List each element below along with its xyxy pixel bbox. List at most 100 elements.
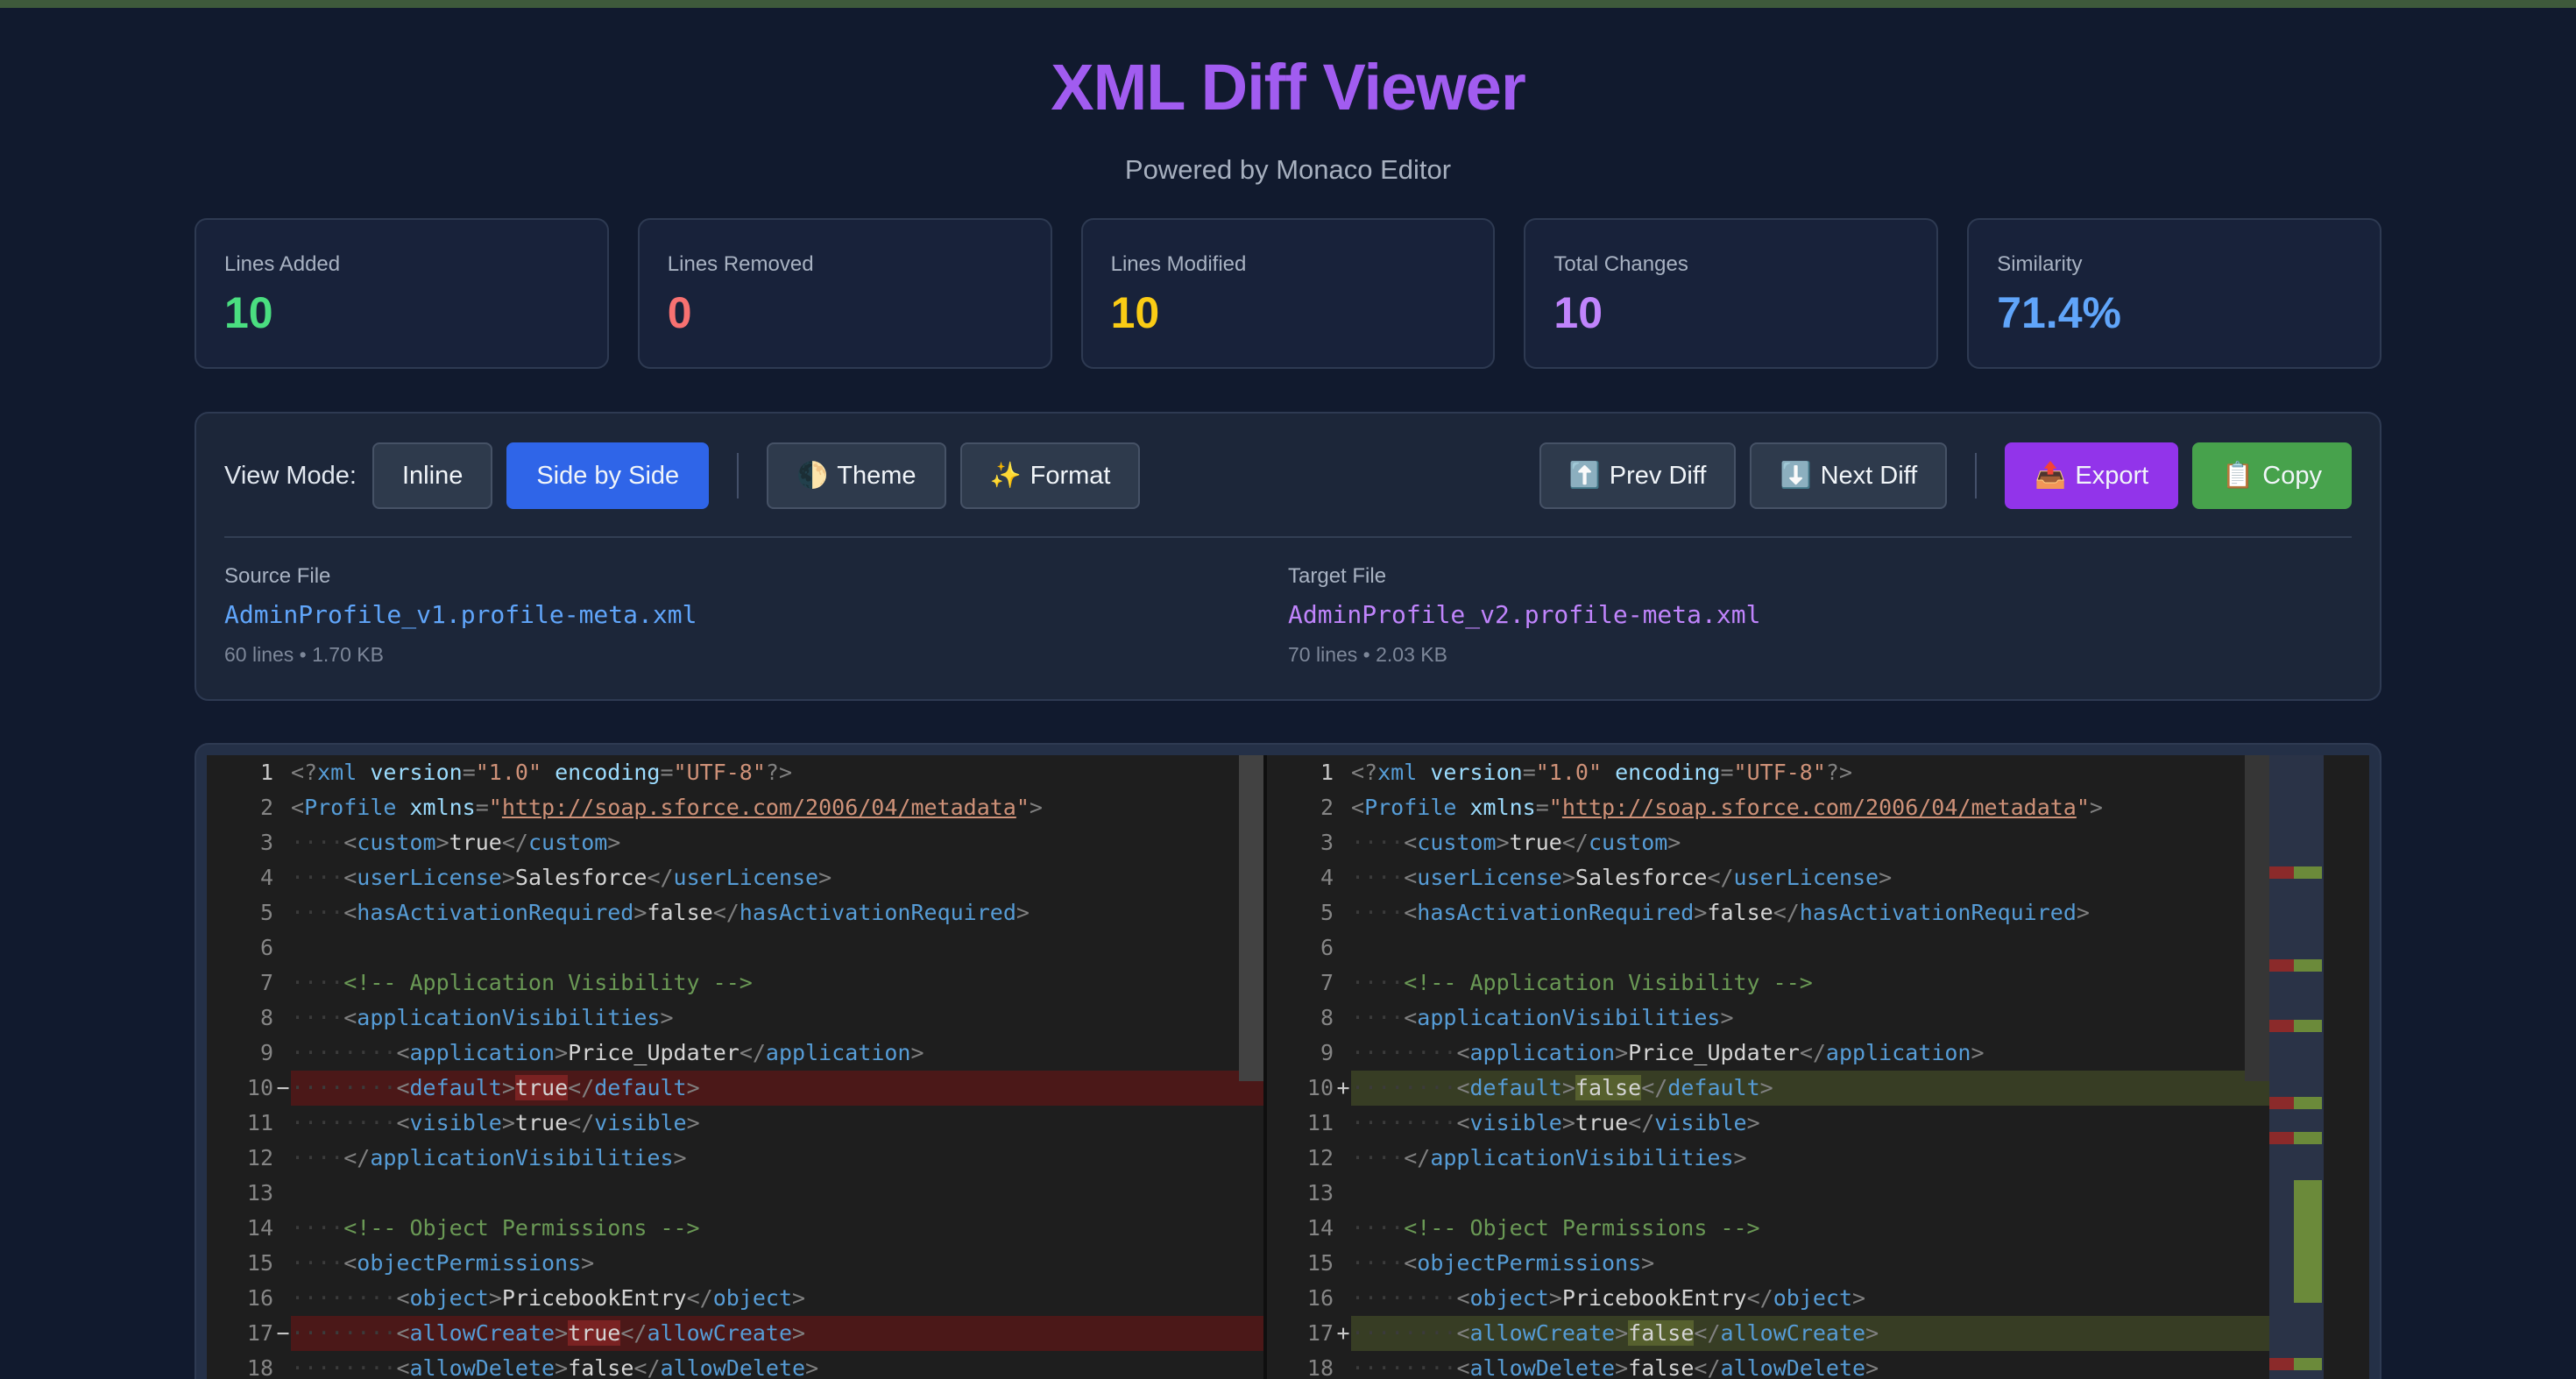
code-token: </ xyxy=(1746,1285,1773,1311)
stat-value: 71.4% xyxy=(1997,288,2121,337)
code-line[interactable]: ····<applicationVisibilities> xyxy=(291,1001,1263,1036)
code-token: true xyxy=(449,830,502,855)
code-line[interactable] xyxy=(291,1176,1263,1211)
code-token: <? xyxy=(1351,760,1378,785)
line-number: 7 xyxy=(207,965,291,1001)
diff-line-added[interactable]: ········<default>false</default> xyxy=(1351,1071,2269,1106)
line-number-gutter: 1 2 3 4 5 6 7 8 9 10 +11 12 13 14 15 16 17 +18 xyxy=(1267,755,1351,1379)
original-code[interactable]: <?xml version="1.0" encoding="UTF-8"?> <P… xyxy=(291,755,1263,1379)
line-number: 11 xyxy=(207,1106,291,1141)
diff-editor[interactable]: 1 2 3 4 5 6 7 8 9 10−11 12 13 14 15 16 17−18 <?xml vers… xyxy=(207,755,2369,1379)
side-by-side-view-button[interactable]: Side by Side xyxy=(506,442,710,509)
vertical-scrollbar[interactable] xyxy=(1239,755,1263,1081)
code-line[interactable]: ····<!-- Application Visibility --> xyxy=(1351,965,2269,1001)
code-line[interactable]: ····<!-- Application Visibility --> xyxy=(291,965,1263,1001)
code-line[interactable]: ········<object>PricebookEntry</object> xyxy=(291,1281,1263,1316)
diff-overview-ruler[interactable] xyxy=(2269,755,2324,1379)
code-line[interactable]: ····<hasActivationRequired>false</hasAct… xyxy=(291,895,1263,930)
code-line[interactable] xyxy=(1351,1176,2269,1211)
line-number: 15 xyxy=(207,1246,291,1281)
code-line[interactable]: ····<!-- Object Permissions --> xyxy=(291,1211,1263,1246)
code-line[interactable]: <?xml version="1.0" encoding="UTF-8"?> xyxy=(1351,755,2269,790)
indent-guide: ···· xyxy=(1351,970,1405,995)
code-line[interactable]: ····</applicationVisibilities> xyxy=(1351,1141,2269,1176)
code-token: "1.0" xyxy=(475,760,542,785)
code-token: > xyxy=(910,1040,924,1065)
code-line[interactable]: ····<hasActivationRequired>false</hasAct… xyxy=(1351,895,2269,930)
line-number-text: 3 xyxy=(259,830,273,855)
export-button[interactable]: 📤 Export xyxy=(2005,442,2179,509)
format-label: Format xyxy=(1030,461,1111,490)
line-number: 16 xyxy=(1267,1281,1351,1316)
code-token: < xyxy=(343,1005,357,1030)
code-token: > xyxy=(1029,795,1043,820)
modified-code[interactable]: <?xml version="1.0" encoding="UTF-8"?> <P… xyxy=(1351,755,2269,1379)
original-pane[interactable]: 1 2 3 4 5 6 7 8 9 10−11 12 13 14 15 16 17−18 <?xml vers… xyxy=(207,755,1263,1379)
diff-line-removed[interactable]: ········<default>true</default> xyxy=(291,1071,1263,1106)
indent-guide: ···· xyxy=(1404,1110,1457,1135)
code-token: object xyxy=(712,1285,793,1311)
code-token: < xyxy=(1456,1355,1470,1379)
code-line[interactable]: ····<!-- Object Permissions --> xyxy=(1351,1211,2269,1246)
format-button[interactable]: ✨ Format xyxy=(959,442,1141,509)
vertical-scrollbar[interactable] xyxy=(2245,755,2269,1081)
code-token: < xyxy=(291,795,305,820)
code-token: </ xyxy=(1707,865,1734,890)
theme-button[interactable]: 🌓 Theme xyxy=(767,442,946,509)
code-line[interactable]: <Profile xmlns="http://soap.sforce.com/2… xyxy=(291,790,1263,825)
code-line[interactable]: <Profile xmlns="http://soap.sforce.com/2… xyxy=(1351,790,2269,825)
code-line[interactable]: ····<objectPermissions> xyxy=(1351,1246,2269,1281)
line-number-gutter: 1 2 3 4 5 6 7 8 9 10−11 12 13 14 15 16 17−18 xyxy=(207,755,291,1379)
code-token: true xyxy=(514,1075,569,1100)
indent-guide: ···· xyxy=(291,970,344,995)
code-token: objectPermissions xyxy=(1417,1250,1642,1276)
code-token: < xyxy=(1404,1005,1418,1030)
code-line[interactable]: <?xml version="1.0" encoding="UTF-8"?> xyxy=(291,755,1263,790)
code-token: "1.0" xyxy=(1535,760,1603,785)
indent-guide: ···· xyxy=(1351,1250,1405,1276)
code-token: allowDelete xyxy=(1469,1355,1616,1379)
code-line[interactable]: ········<allowDelete>false</allowDelete> xyxy=(1351,1351,2269,1379)
code-line[interactable]: ····<userLicense>Salesforce</userLicense… xyxy=(1351,860,2269,895)
code-line[interactable]: ········<allowDelete>false</allowDelete> xyxy=(291,1351,1263,1379)
code-token: > xyxy=(581,1250,595,1276)
arrow-down-icon: ⬇️ xyxy=(1780,462,1812,490)
diff-line-added[interactable]: ········<allowCreate>false</allowCreate> xyxy=(1351,1316,2269,1351)
next-diff-button[interactable]: ⬇️ Next Diff xyxy=(1750,442,1948,509)
line-number: 10 + xyxy=(1267,1071,1351,1106)
code-line[interactable]: ········<application>Price_Updater</appl… xyxy=(291,1036,1263,1071)
code-line[interactable]: ········<visible>true</visible> xyxy=(1351,1106,2269,1141)
modified-pane[interactable]: 1 2 3 4 5 6 7 8 9 10 +11 12 13 14 15 16 17 +18 <?xml vers… xyxy=(1267,755,2324,1379)
code-line[interactable]: ········<object>PricebookEntry</object> xyxy=(1351,1281,2269,1316)
sparkles-icon: ✨ xyxy=(989,462,1022,490)
code-token: " xyxy=(2076,795,2090,820)
inline-view-button[interactable]: Inline xyxy=(372,442,493,509)
prev-diff-button[interactable]: ⬆️ Prev Diff xyxy=(1539,442,1737,509)
code-line[interactable]: ········<application>Price_Updater</appl… xyxy=(1351,1036,2269,1071)
indent-guide: ···· xyxy=(291,865,344,890)
stat-total-changes: Total Changes 10 xyxy=(1524,218,1939,369)
code-line[interactable]: ····<userLicense>Salesforce</userLicense… xyxy=(291,860,1263,895)
indent-guide: ···· xyxy=(1351,865,1405,890)
code-line[interactable] xyxy=(1351,930,2269,965)
clipboard-icon: 📋 xyxy=(2222,462,2254,490)
overview-mark xyxy=(2269,1132,2294,1144)
code-line[interactable] xyxy=(291,930,1263,965)
line-number-text: 15 xyxy=(1306,1250,1334,1276)
code-line[interactable]: ········<visible>true</visible> xyxy=(291,1106,1263,1141)
code-line[interactable]: ····<applicationVisibilities> xyxy=(1351,1001,2269,1036)
code-token: </ xyxy=(568,1075,595,1100)
code-line[interactable]: ····<custom>true</custom> xyxy=(291,825,1263,860)
code-token: encoding xyxy=(1602,760,1721,785)
line-number: 15 xyxy=(1267,1246,1351,1281)
code-line[interactable]: ····<objectPermissions> xyxy=(291,1246,1263,1281)
code-line[interactable]: ····</applicationVisibilities> xyxy=(291,1141,1263,1176)
diff-line-removed[interactable]: ········<allowCreate>true</allowCreate> xyxy=(291,1316,1263,1351)
code-token: = xyxy=(1522,760,1536,785)
code-token: false xyxy=(1628,1320,1695,1346)
code-token: false xyxy=(1707,900,1773,925)
copy-button[interactable]: 📋 Copy xyxy=(2192,442,2352,509)
indent-guide: ···· xyxy=(291,1040,344,1065)
code-line[interactable]: ····<custom>true</custom> xyxy=(1351,825,2269,860)
code-token: > xyxy=(1641,1250,1655,1276)
